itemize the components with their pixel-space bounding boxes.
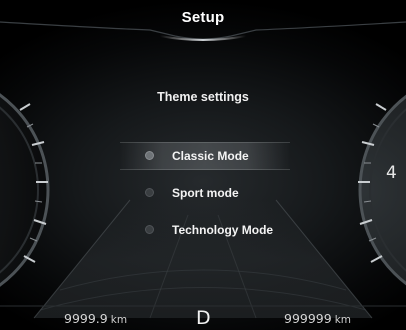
odometer-unit: km [334,314,352,326]
radio-icon [145,225,154,234]
mode-option-label: Technology Mode [172,223,274,237]
radio-icon [145,188,154,197]
page-title: Setup [181,9,225,26]
mode-option-classic[interactable]: Classic Mode [120,142,290,170]
mode-option-label: Classic Mode [172,149,249,163]
section-title: Theme settings [157,90,249,104]
trip-unit: km [110,314,128,326]
odometer: 999999 km [284,311,351,326]
header-bar: Setup [0,0,406,40]
trip-value: 9999.9 [64,311,108,326]
cluster-screen: Setup Theme settings Classic Mode Sport … [0,0,406,330]
odometer-value: 999999 [284,311,332,326]
right-gauge-numeral: 4 [386,163,397,183]
mode-option-label: Sport mode [172,186,239,200]
mode-option-sport[interactable]: Sport mode [120,180,290,206]
trip-meter: 9999.9 km [64,311,127,326]
gear-indicator: D [196,307,211,329]
radio-selected-icon [145,151,154,160]
mode-option-technology[interactable]: Technology Mode [120,217,290,243]
